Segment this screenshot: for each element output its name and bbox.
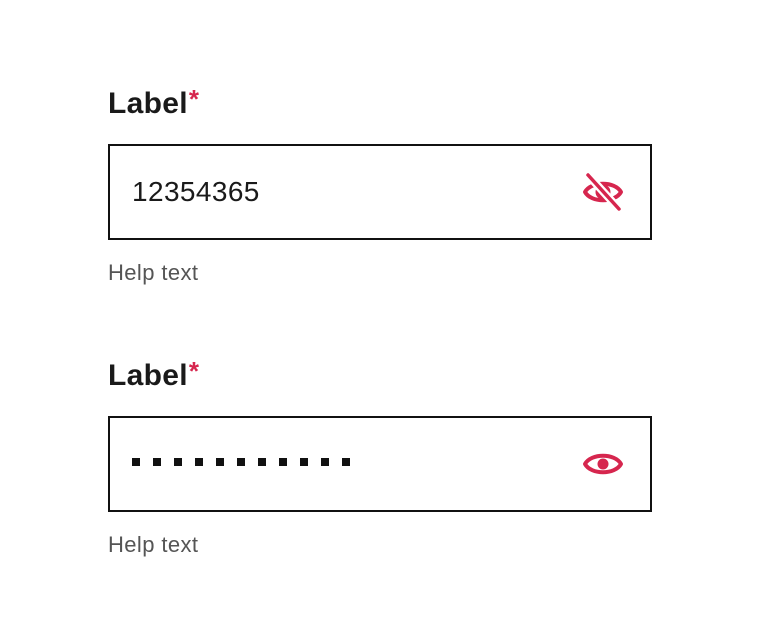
masked-char — [237, 458, 245, 466]
required-asterisk: * — [188, 84, 200, 114]
eye-off-icon — [583, 172, 623, 212]
field-label: Label * — [108, 84, 652, 126]
field-label-text: Label — [108, 359, 188, 392]
form-page: Label * 12354365 Help text Label * Help … — [0, 0, 762, 640]
masked-char — [321, 458, 329, 466]
show-password-toggle[interactable] — [580, 442, 626, 486]
masked-char — [195, 458, 203, 466]
password-field-masked: Label * Help text — [108, 356, 652, 558]
password-input[interactable] — [108, 416, 652, 512]
eye-icon — [583, 453, 623, 475]
masked-char — [279, 458, 287, 466]
field-label-text: Label — [108, 87, 188, 120]
masked-char — [174, 458, 182, 466]
password-input[interactable]: 12354365 — [108, 144, 652, 240]
hide-password-toggle[interactable] — [580, 170, 626, 214]
masked-char — [153, 458, 161, 466]
masked-char — [300, 458, 308, 466]
masked-value — [132, 458, 350, 466]
masked-char — [258, 458, 266, 466]
masked-char — [342, 458, 350, 466]
required-asterisk: * — [188, 356, 200, 386]
field-label: Label * — [108, 356, 652, 398]
masked-char — [216, 458, 224, 466]
help-text: Help text — [108, 532, 199, 557]
masked-char — [132, 458, 140, 466]
help-text: Help text — [108, 260, 199, 285]
password-field-visible: Label * 12354365 Help text — [108, 84, 652, 286]
input-value: 12354365 — [132, 176, 260, 207]
